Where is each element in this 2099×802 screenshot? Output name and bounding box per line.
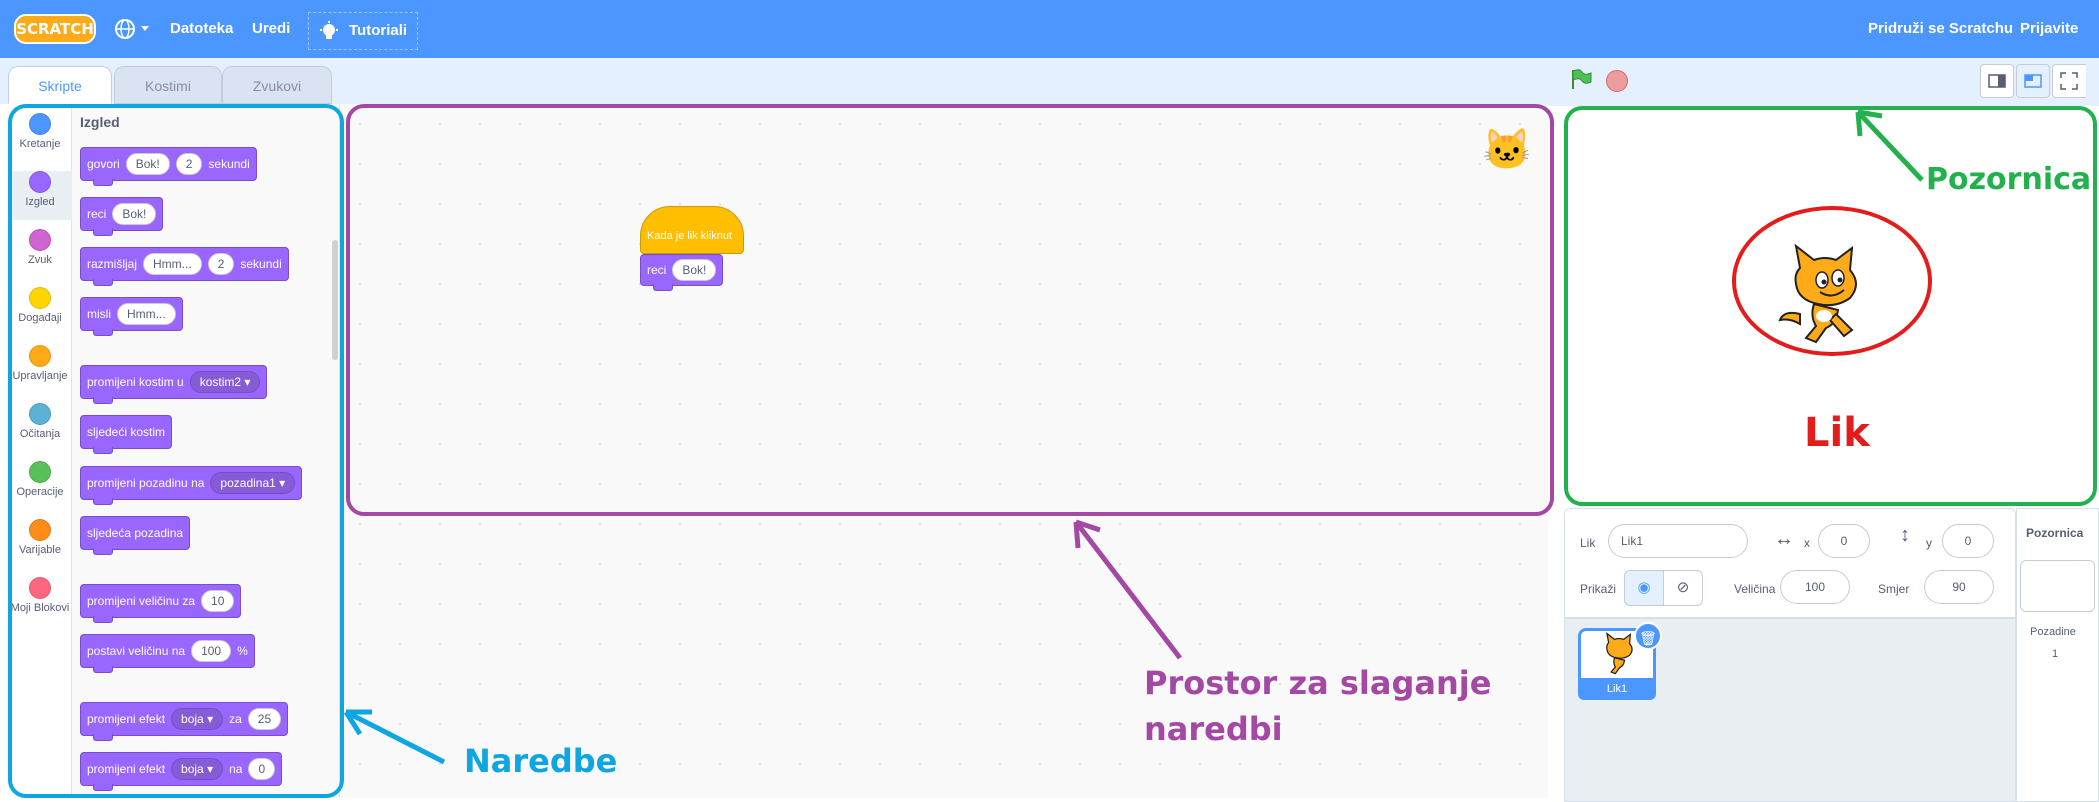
commands-annotation: Naredbe: [464, 742, 618, 780]
annotation-arrows: [343, 109, 1924, 765]
workspace-annotation-line2: naredbi: [1144, 710, 1283, 748]
sprite-annotation: Lik: [1804, 410, 1870, 456]
workspace-annotation-line1: Prostor za slaganje: [1144, 664, 1492, 702]
stage-annotation: Pozornica: [1926, 162, 2092, 197]
